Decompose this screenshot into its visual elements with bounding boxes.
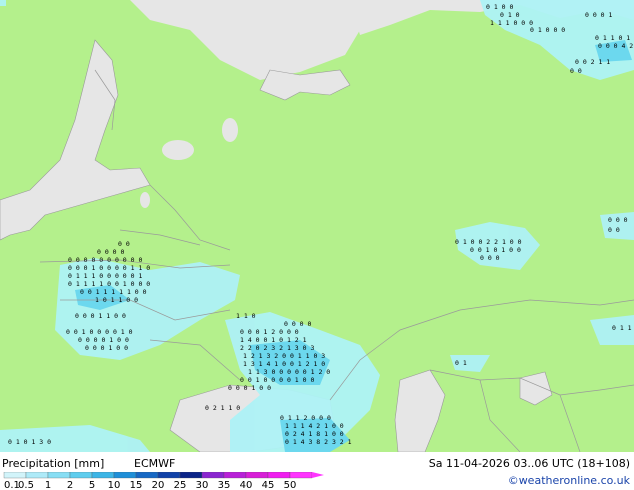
legend-swatch xyxy=(47,472,71,479)
svg-text:0 1 4 3 8 2 3 2 1: 0 1 4 3 8 2 3 2 1 xyxy=(285,438,352,446)
legend-label: 50 xyxy=(284,480,297,490)
credit-link[interactable]: ©weatheronline.co.uk xyxy=(508,474,630,487)
legend-swatch xyxy=(135,472,159,479)
svg-text:0 1 0 0 0: 0 1 0 0 0 xyxy=(530,26,565,34)
legend-label: 25 xyxy=(174,480,187,490)
legend-label: 10 xyxy=(108,480,121,490)
svg-text:1 4 0 0 1 0 1 2 1: 1 4 0 0 1 0 1 2 1 xyxy=(240,336,307,344)
lake-ladoga xyxy=(162,140,194,160)
legend-swatch xyxy=(245,472,269,479)
svg-text:0 1 1 2 0 0 0: 0 1 1 2 0 0 0 xyxy=(280,414,331,422)
svg-text:0 0 0 0: 0 0 0 0 xyxy=(97,248,124,256)
legend-label: 30 xyxy=(196,480,209,490)
map-title: Precipitation [mm] xyxy=(2,457,105,470)
svg-text:0 0 0 1: 0 0 0 1 xyxy=(585,11,612,19)
svg-text:1 1 3 0 0 0 0 0 1 2 0: 1 1 3 0 0 0 0 0 1 2 0 xyxy=(248,368,330,376)
svg-text:0 0 0 0 1 0 0: 0 0 0 0 1 0 0 xyxy=(78,336,129,344)
svg-text:0 0 0 4 2: 0 0 0 4 2 xyxy=(598,42,633,50)
svg-text:0 0 1 0 0 0 0 1 0: 0 0 1 0 0 0 0 1 0 xyxy=(66,328,133,336)
svg-text:1 3 1 4 1 0 0 1 2 1 0: 1 3 1 4 1 0 0 1 2 1 0 xyxy=(243,360,325,368)
legend-label: 15 xyxy=(130,480,143,490)
svg-text:0 1 0 0 2 2 1 0 0: 0 1 0 0 2 2 1 0 0 xyxy=(455,238,522,246)
legend-swatch xyxy=(201,472,225,479)
svg-text:0 0 1 0 1 0 0: 0 0 1 0 1 0 0 xyxy=(470,246,521,254)
legend-label: 40 xyxy=(240,480,253,490)
svg-text:0 0 0 1 0 0: 0 0 0 1 0 0 xyxy=(85,344,128,352)
legend-label: 1 xyxy=(45,480,51,490)
lake-peipus xyxy=(140,192,150,208)
svg-text:0 1: 0 1 xyxy=(455,359,467,367)
legend-label: 20 xyxy=(152,480,165,490)
svg-text:1 0 1 1 0 0: 1 0 1 1 0 0 xyxy=(95,296,138,304)
svg-text:0 0 0 0 0 0 0 0 0 0: 0 0 0 0 0 0 0 0 0 0 xyxy=(68,256,142,264)
legend-swatch xyxy=(157,472,181,479)
legend-swatch xyxy=(267,472,291,479)
svg-text:1 1 1 4 2 1 0 0: 1 1 1 4 2 1 0 0 xyxy=(285,422,344,430)
map-footer: Precipitation [mm] ECMWF Sa 11-04-2026 0… xyxy=(0,452,634,490)
legend-swatch xyxy=(179,472,203,479)
svg-text:0 1 0: 0 1 0 xyxy=(500,11,520,19)
svg-text:1 2 1 3 2 0 0 1 1 0 3: 1 2 1 3 2 0 0 1 1 0 3 xyxy=(243,352,325,360)
legend-swatch xyxy=(69,472,93,479)
svg-text:0 0 0: 0 0 0 xyxy=(480,254,500,262)
precip-legend: 0.10.5 1 2 5 10 15 20 25 30 35 40 45 50 xyxy=(3,472,324,490)
legend-label: 35 xyxy=(218,480,231,490)
svg-text:0 2 4 1 8 1 0 0: 0 2 4 1 8 1 0 0 xyxy=(285,430,344,438)
svg-text:0 1 1 0 1: 0 1 1 0 1 xyxy=(595,34,630,42)
svg-text:0 1 1 1 0 0 0 0 0 1: 0 1 1 1 0 0 0 0 0 1 xyxy=(68,272,142,280)
valid-datetime: Sa 11-04-2026 03..06 UTC (18+108) xyxy=(428,457,630,470)
svg-text:0 0 0: 0 0 0 xyxy=(608,216,628,224)
legend-label: 0.5 xyxy=(18,480,34,490)
svg-text:1 1 1 0 0 0: 1 1 1 0 0 0 xyxy=(490,19,533,27)
legend-swatch xyxy=(3,472,27,479)
svg-text:0 0 0 1 0 0: 0 0 0 1 0 0 xyxy=(228,384,271,392)
svg-text:2 2 0 2 3 2 1 3 0 3: 2 2 0 2 3 2 1 3 0 3 xyxy=(240,344,314,352)
legend-label: 45 xyxy=(262,480,275,490)
svg-text:0 1 1: 0 1 1 xyxy=(612,324,632,332)
legend-swatch xyxy=(223,472,247,479)
svg-text:0 0 0 0: 0 0 0 0 xyxy=(284,320,311,328)
svg-text:0 0 1 0 0 0 0 1 0 0: 0 0 1 0 0 0 0 1 0 0 xyxy=(240,376,314,384)
legend-swatch xyxy=(113,472,137,479)
legend-swatch xyxy=(91,472,115,479)
precipitation-map: 0 1 0 0 0 1 0 1 1 1 0 0 0 0 1 0 0 0 0 0 … xyxy=(0,0,634,452)
svg-text:0 0 0 1 2 0 0 0: 0 0 0 1 2 0 0 0 xyxy=(240,328,299,336)
svg-text:0 0: 0 0 xyxy=(570,67,582,75)
legend-label: 5 xyxy=(89,480,95,490)
svg-text:0 0: 0 0 xyxy=(608,226,620,234)
lake-onega xyxy=(222,118,238,142)
legend-arrow xyxy=(312,472,324,478)
svg-text:0 0 0 1 0 0 0 0 1 1 0: 0 0 0 1 0 0 0 0 1 1 0 xyxy=(68,264,150,272)
legend-label: 2 xyxy=(67,480,73,490)
svg-text:0 0 2 1 1: 0 0 2 1 1 xyxy=(575,58,610,66)
legend-swatch xyxy=(25,472,49,479)
legend-swatch xyxy=(289,472,313,479)
svg-text:0 0: 0 0 xyxy=(118,240,130,248)
model-name: ECMWF xyxy=(134,457,176,470)
svg-text:1 1 0: 1 1 0 xyxy=(236,312,256,320)
svg-text:0 1 1 1 1 0 0 1 0 0 0: 0 1 1 1 1 0 0 1 0 0 0 xyxy=(68,280,150,288)
svg-text:0 0 1 1 1 1 1 0 0: 0 0 1 1 1 1 1 0 0 xyxy=(80,288,147,296)
svg-text:0 0 0 1 1 0 0: 0 0 0 1 1 0 0 xyxy=(75,312,126,320)
svg-text:0 1 0 0: 0 1 0 0 xyxy=(486,3,513,11)
svg-text:0 1 0 1 3 0: 0 1 0 1 3 0 xyxy=(8,438,51,446)
svg-text:0 2 1 1 0: 0 2 1 1 0 xyxy=(205,404,240,412)
